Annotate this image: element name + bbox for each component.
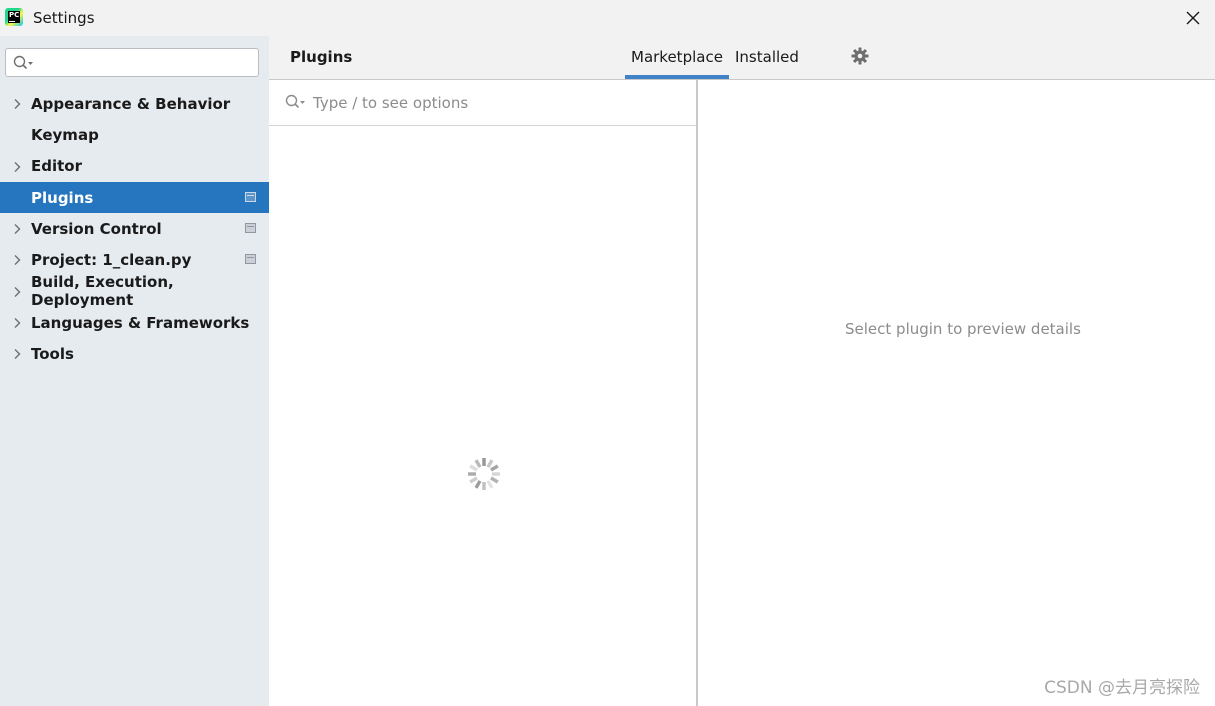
close-button[interactable] xyxy=(1181,6,1205,30)
spinner-spoke xyxy=(469,476,478,484)
search-icon xyxy=(13,55,33,70)
sidebar-item-build-execution-deployment[interactable]: Build, Execution, Deployment xyxy=(0,273,269,310)
project-level-icon xyxy=(245,191,256,202)
search-icon xyxy=(285,94,305,109)
sidebar-item-label: Languages & Frameworks xyxy=(31,313,250,332)
title-bar: PC Settings xyxy=(0,0,1215,36)
sidebar-item-label: Tools xyxy=(31,345,74,364)
settings-window: PC Settings Appearance & Behavior Keymap E… xyxy=(0,0,1215,706)
sidebar-item-plugins[interactable]: Plugins xyxy=(0,181,269,214)
spinner-spoke xyxy=(490,476,499,484)
sidebar-item-keymap[interactable]: Keymap xyxy=(0,119,269,150)
project-level-icon xyxy=(245,254,256,265)
plugin-search-input[interactable] xyxy=(313,90,683,116)
spinner-spoke xyxy=(486,480,494,489)
sidebar-item-tools[interactable]: Tools xyxy=(0,338,269,369)
sidebar-item-version-control[interactable]: Version Control xyxy=(0,213,269,244)
chevron-right-icon[interactable] xyxy=(12,98,22,110)
project-level-icon xyxy=(245,223,256,234)
sidebar-item-label: Keymap xyxy=(31,125,99,144)
page-title: Plugins xyxy=(290,48,353,66)
sidebar-search-field[interactable] xyxy=(5,48,259,77)
chevron-right-icon[interactable] xyxy=(12,317,22,329)
sidebar-item-label: Version Control xyxy=(31,219,162,238)
watermark: CSDN @去月亮探险 xyxy=(1044,678,1200,698)
spinner-spoke xyxy=(474,459,482,468)
sidebar-item-label: Plugins xyxy=(31,188,94,207)
spinner-spoke xyxy=(486,459,494,468)
plugin-list-pane xyxy=(269,80,698,706)
settings-sidebar: Appearance & Behavior Keymap Editor Plugins… xyxy=(0,36,269,706)
plugin-search-bar xyxy=(269,80,696,126)
chevron-right-icon[interactable] xyxy=(12,161,22,173)
spinner-spoke xyxy=(490,464,499,472)
chevron-right-icon[interactable] xyxy=(12,348,22,360)
empty-detail-message: Select plugin to preview details xyxy=(845,320,1081,338)
close-icon xyxy=(1186,11,1200,25)
active-tab-indicator xyxy=(625,75,729,79)
gear-icon xyxy=(851,47,869,65)
spinner-spoke xyxy=(474,480,482,489)
settings-tree: Appearance & Behavior Keymap Editor Plugins… xyxy=(0,88,269,370)
plugin-settings-button[interactable] xyxy=(851,47,869,69)
chevron-right-icon[interactable] xyxy=(12,286,22,298)
pycharm-logo-icon: PC xyxy=(5,8,23,26)
plugins-header: Plugins Marketplace Installed xyxy=(269,36,1215,80)
spinner-spoke xyxy=(469,464,478,472)
tab-installed[interactable]: Installed xyxy=(735,48,799,66)
chevron-right-icon[interactable] xyxy=(12,223,22,235)
sidebar-item-editor[interactable]: Editor xyxy=(0,151,269,182)
sidebar-item-label: Project: 1_clean.py xyxy=(31,251,192,270)
sidebar-item-label: Build, Execution, Deployment xyxy=(31,273,174,310)
window-title: Settings xyxy=(33,9,95,27)
sidebar-item-appearance-behavior[interactable]: Appearance & Behavior xyxy=(0,88,269,119)
loading-spinner-icon xyxy=(468,458,500,490)
sidebar-item-label: Appearance & Behavior xyxy=(31,94,231,113)
plugin-detail-pane: Select plugin to preview details CSDN @去… xyxy=(698,80,1215,706)
chevron-right-icon[interactable] xyxy=(12,254,22,266)
sidebar-item-label: Editor xyxy=(31,157,82,176)
sidebar-item-languages-frameworks[interactable]: Languages & Frameworks xyxy=(0,307,269,338)
tab-marketplace[interactable]: Marketplace xyxy=(631,48,723,66)
sidebar-item-project-1-clean-py[interactable]: Project: 1_clean.py xyxy=(0,244,269,275)
